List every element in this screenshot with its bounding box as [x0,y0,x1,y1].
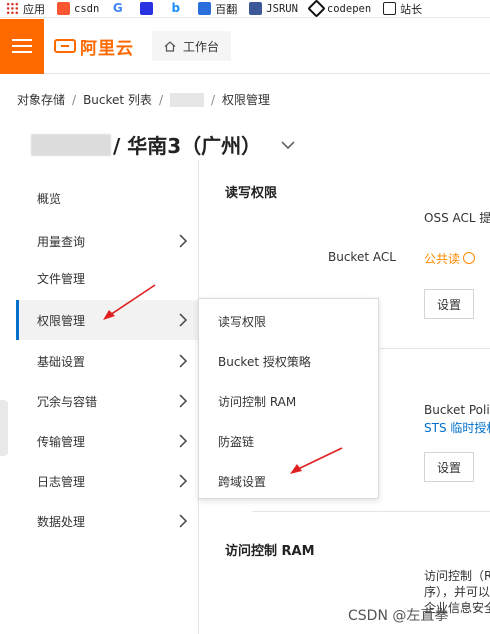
submenu-item-cors[interactable]: 跨域设置 [218,473,266,490]
aliyun-logo-icon [54,39,76,53]
chevron-right-icon [179,313,188,327]
chevron-down-icon[interactable] [279,136,297,154]
policy-setup-button[interactable]: 设置 [424,452,474,482]
submenu-item-hotlink-protection[interactable]: 防盗链 [218,433,254,450]
bucket-policy-description: Bucket Polic [424,403,490,417]
bookmark-google[interactable]: G [111,0,128,17]
chevron-right-icon [179,514,188,528]
watermark: CSDN @左直拳 [348,608,449,624]
breadcrumb-item-oss[interactable]: 对象存储 [17,91,65,108]
bookmark-bing[interactable]: b [169,0,186,17]
section-title-rw-permission: 读写权限 [225,186,278,201]
acl-setup-button[interactable]: 设置 [424,289,474,319]
bucket-acl-value: 公共读 [424,250,476,267]
chevron-right-icon [179,354,188,368]
bookmark-baidu-translate[interactable]: 百翻 [198,0,237,17]
sidebar-item-data-processing[interactable]: 数据处理 [16,501,198,541]
breadcrumb-item-permissions: 权限管理 [222,93,271,107]
sts-temp-auth-link[interactable]: STS 临时授权 [424,419,490,436]
workbench-button[interactable]: 工作台 [152,31,232,61]
sidebar-item-redundancy[interactable]: 冗余与容错 [16,381,198,421]
bookmark-apps[interactable]: 应用 [6,0,45,17]
baidu-translate-icon [198,2,212,15]
divider [252,511,490,512]
bookmark-codepen[interactable]: codepen [307,0,371,17]
bookmark-site[interactable]: 站长 [383,0,422,17]
google-icon: G [112,1,123,15]
baidu-paw-icon [140,2,154,15]
site-icon [383,2,397,15]
home-icon [164,40,176,52]
bing-icon: b [171,1,181,15]
ram-description-line1: 访问控制（R [424,569,490,583]
chevron-right-icon [179,394,188,408]
csdn-icon [57,2,70,15]
codepen-icon [307,0,326,17]
breadcrumb: 对象存储 / Bucket 列表 / / 权限管理 [17,91,271,108]
bucket-name-redacted [31,133,111,156]
sidebar-item-usage[interactable]: 用量查询 [16,221,198,261]
bookmarks-bar: 应用 csdn G b 百翻 JSRUN codepen 站长 [0,0,490,18]
submenu-item-ram[interactable]: 访问控制 RAM [218,393,296,410]
bucket-acl-label: Bucket ACL [328,250,396,264]
annotation-arrow [290,447,343,474]
jsrun-icon [249,2,263,15]
annotation-arrow [103,284,156,320]
apps-grid-icon [6,2,19,15]
section-title-ram: 访问控制 RAM [225,544,315,559]
oss-acl-description: OSS ACL 提 [424,211,490,225]
menu-icon[interactable] [0,18,44,74]
submenu-item-rw-permission[interactable]: 读写权限 [218,313,266,330]
bookmark-baidu[interactable] [140,0,157,17]
chevron-right-icon [179,434,188,448]
info-icon [463,252,476,264]
chevron-right-icon [179,234,188,248]
aliyun-logo[interactable]: 阿里云 [54,34,134,59]
breadcrumb-item-bucket-redacted[interactable] [169,92,204,107]
sidebar-item-transfer[interactable]: 传输管理 [16,421,198,461]
console-topbar: 阿里云 工作台 [0,18,490,74]
submenu-item-bucket-policy[interactable]: Bucket 授权策略 [218,353,311,370]
ram-description-line2: 序），并可以 [424,585,490,599]
bookmark-csdn[interactable]: csdn [57,0,99,17]
sidebar-item-overview[interactable]: 概览 [16,178,198,218]
collapse-handle[interactable] [0,400,8,456]
breadcrumb-item-bucket-list[interactable]: Bucket 列表 [83,91,152,108]
page-title: / 华南3（广州） [31,130,297,159]
bookmark-jsrun[interactable]: JSRUN [249,0,298,17]
chevron-right-icon [179,474,188,488]
sidebar-item-logs[interactable]: 日志管理 [16,461,198,501]
sidebar-item-basic-settings[interactable]: 基础设置 [16,341,198,381]
